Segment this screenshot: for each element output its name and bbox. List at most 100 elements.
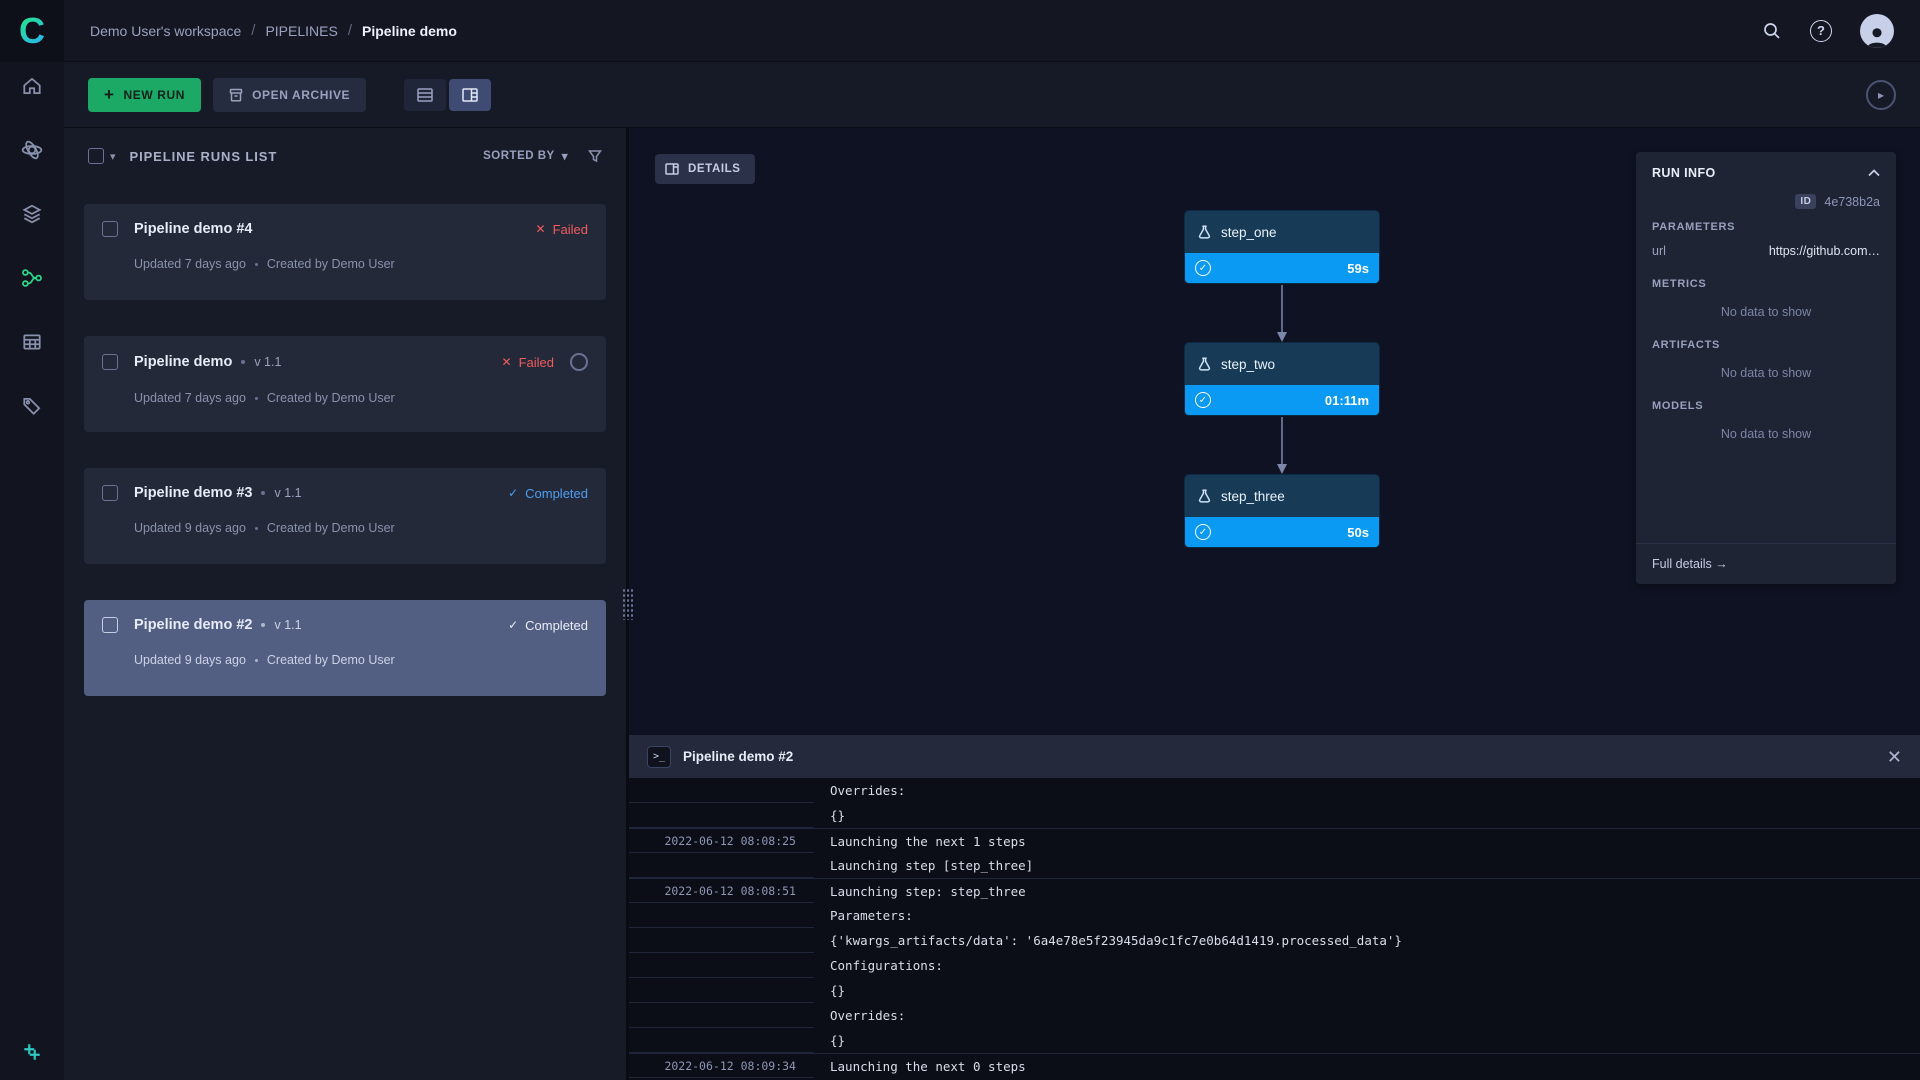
log-timestamp [629, 778, 814, 803]
terminal-icon: >_ [647, 746, 671, 768]
log-timestamp [629, 953, 814, 978]
models-section-label: MODELS [1636, 380, 1896, 412]
run-checkbox[interactable] [102, 354, 118, 370]
sidebar-item-datasets[interactable] [20, 202, 44, 226]
new-run-button[interactable]: + NEW RUN [88, 78, 201, 112]
graph-node-step-three[interactable]: step_three ✓ 50s [1185, 475, 1379, 547]
details-button[interactable]: DETAILS [655, 154, 755, 184]
pipelines-icon [21, 267, 43, 289]
runs-list: Pipeline demo #4 ✕ Failed Updated 7 days… [64, 184, 626, 696]
select-all-caret-icon[interactable]: ▾ [110, 150, 116, 163]
avatar[interactable] [1860, 14, 1894, 48]
sidebar-item-pipelines[interactable] [20, 266, 44, 290]
log-row: {'kwargs_artifacts/data': '6a4e78e5f2394… [629, 928, 1920, 953]
status-label: Failed [553, 222, 588, 237]
log-timestamp: 2022-06-12 08:08:25 [629, 829, 814, 853]
run-checkbox[interactable] [102, 221, 118, 237]
graph-node-step-two[interactable]: step_two ✓ 01:11m [1185, 343, 1379, 415]
node-duration: 59s [1347, 261, 1369, 276]
run-checkbox[interactable] [102, 485, 118, 501]
table-view-toggle[interactable] [404, 79, 446, 111]
run-id-value[interactable]: 4e738b2a [1824, 195, 1880, 209]
open-archive-button[interactable]: OPEN ARCHIVE [213, 78, 366, 112]
run-card-pipeline-demo-2[interactable]: Pipeline demo #2 v 1.1 ✓ Completed Updat… [84, 600, 606, 696]
graph-node-step-one[interactable]: step_one ✓ 59s [1185, 211, 1379, 283]
run-updated: Updated 7 days ago [134, 391, 246, 405]
breadcrumb-pipelines[interactable]: PIPELINES [265, 23, 337, 39]
parameter-value: https://github.com… [1769, 244, 1880, 258]
status-badge: ✕ Failed [502, 355, 554, 370]
completed-icon: ✓ [508, 618, 518, 632]
pipeline-runs-panel: ▾ PIPELINE RUNS LIST SORTED BY ▾ Pipelin… [64, 128, 626, 1080]
step-icon [1197, 357, 1212, 372]
workers-status-icon[interactable]: ▸ [1866, 80, 1896, 110]
meta-dot [255, 397, 258, 400]
sidebar-item-models[interactable] [20, 394, 44, 418]
run-checkbox[interactable] [102, 617, 118, 633]
run-indicator-ring-icon[interactable] [570, 353, 588, 371]
status-badge: ✕ Failed [536, 222, 588, 237]
full-details-link[interactable]: Full details → [1636, 543, 1896, 584]
breadcrumb-workspace[interactable]: Demo User's workspace [90, 23, 241, 39]
sidebar-item-home[interactable] [20, 74, 44, 98]
run-card-pipeline-demo[interactable]: Pipeline demo v 1.1 ✕ Failed Updated 7 d… [84, 336, 606, 432]
run-card-pipeline-demo-4[interactable]: Pipeline demo #4 ✕ Failed Updated 7 days… [84, 204, 606, 300]
failed-icon: ✕ [536, 222, 546, 236]
sidebar-item-slack[interactable] [20, 1040, 44, 1064]
version-dot [261, 623, 265, 627]
node-completed-icon: ✓ [1195, 524, 1211, 540]
run-info-title: RUN INFO [1652, 166, 1716, 180]
node-name: step_three [1221, 489, 1285, 504]
select-all-checkbox[interactable] [88, 148, 104, 164]
failed-icon: ✕ [502, 355, 512, 369]
help-icon[interactable]: ? [1810, 20, 1832, 42]
parameter-row: url https://github.com… [1636, 233, 1896, 258]
split-view-toggle[interactable] [449, 79, 491, 111]
log-text: Launching step: step_three [814, 879, 1026, 903]
table-icon [21, 331, 43, 353]
status-label: Completed [525, 486, 588, 501]
meta-dot [255, 263, 258, 266]
log-timestamp [629, 1028, 814, 1053]
run-name: Pipeline demo #3 [134, 485, 252, 501]
toolbar: + NEW RUN OPEN ARCHIVE ▸ [64, 62, 1920, 128]
step-icon [1197, 489, 1212, 504]
search-icon[interactable] [1762, 21, 1782, 41]
sidebar-item-dataviews[interactable] [20, 330, 44, 354]
sidebar-item-projects[interactable] [20, 138, 44, 162]
collapse-chevron-up-icon[interactable] [1868, 169, 1880, 177]
open-archive-label: OPEN ARCHIVE [252, 88, 350, 102]
log-text: Launching the next 0 steps [814, 1054, 1026, 1078]
slack-icon [21, 1041, 43, 1063]
run-meta: Updated 9 days ago Created by Demo User [102, 521, 588, 535]
log-row: Parameters: [629, 903, 1920, 928]
sorted-by-dropdown[interactable]: SORTED BY ▾ [483, 149, 568, 163]
filter-icon[interactable] [588, 149, 602, 163]
node-duration: 01:11m [1325, 393, 1369, 408]
version-dot [261, 491, 265, 495]
details-icon [665, 163, 679, 175]
models-empty-text: No data to show [1636, 412, 1896, 441]
panel-resize-handle[interactable] [622, 588, 633, 620]
run-version: v 1.1 [254, 355, 281, 369]
clearml-logo[interactable]: C [0, 0, 64, 62]
breadcrumb-current-page: Pipeline demo [362, 23, 457, 39]
run-created: Created by Demo User [267, 391, 395, 405]
console-log[interactable]: Overrides: {} 2022-06-12 08:08:25Launchi… [629, 778, 1920, 1080]
status-badge: ✓ Completed [508, 486, 588, 501]
tag-icon [21, 395, 43, 417]
log-text: {'kwargs_artifacts/data': '6a4e78e5f2394… [814, 928, 1402, 953]
run-card-pipeline-demo-3[interactable]: Pipeline demo #3 v 1.1 ✓ Completed Updat… [84, 468, 606, 564]
version-dot [241, 360, 245, 364]
log-text: Launching the next 1 steps [814, 829, 1026, 853]
log-timestamp [629, 928, 814, 953]
details-label: DETAILS [688, 163, 741, 175]
close-icon[interactable]: ✕ [1887, 748, 1902, 766]
log-row: {} [629, 978, 1920, 1003]
log-text: {} [814, 803, 845, 828]
runs-list-header: ▾ PIPELINE RUNS LIST SORTED BY ▾ [64, 128, 626, 184]
log-row: Overrides: [629, 1003, 1920, 1028]
parameter-key: url [1652, 244, 1666, 258]
run-name: Pipeline demo #2 [134, 617, 252, 633]
log-row: 2022-06-12 08:08:51Launching step: step_… [629, 878, 1920, 903]
